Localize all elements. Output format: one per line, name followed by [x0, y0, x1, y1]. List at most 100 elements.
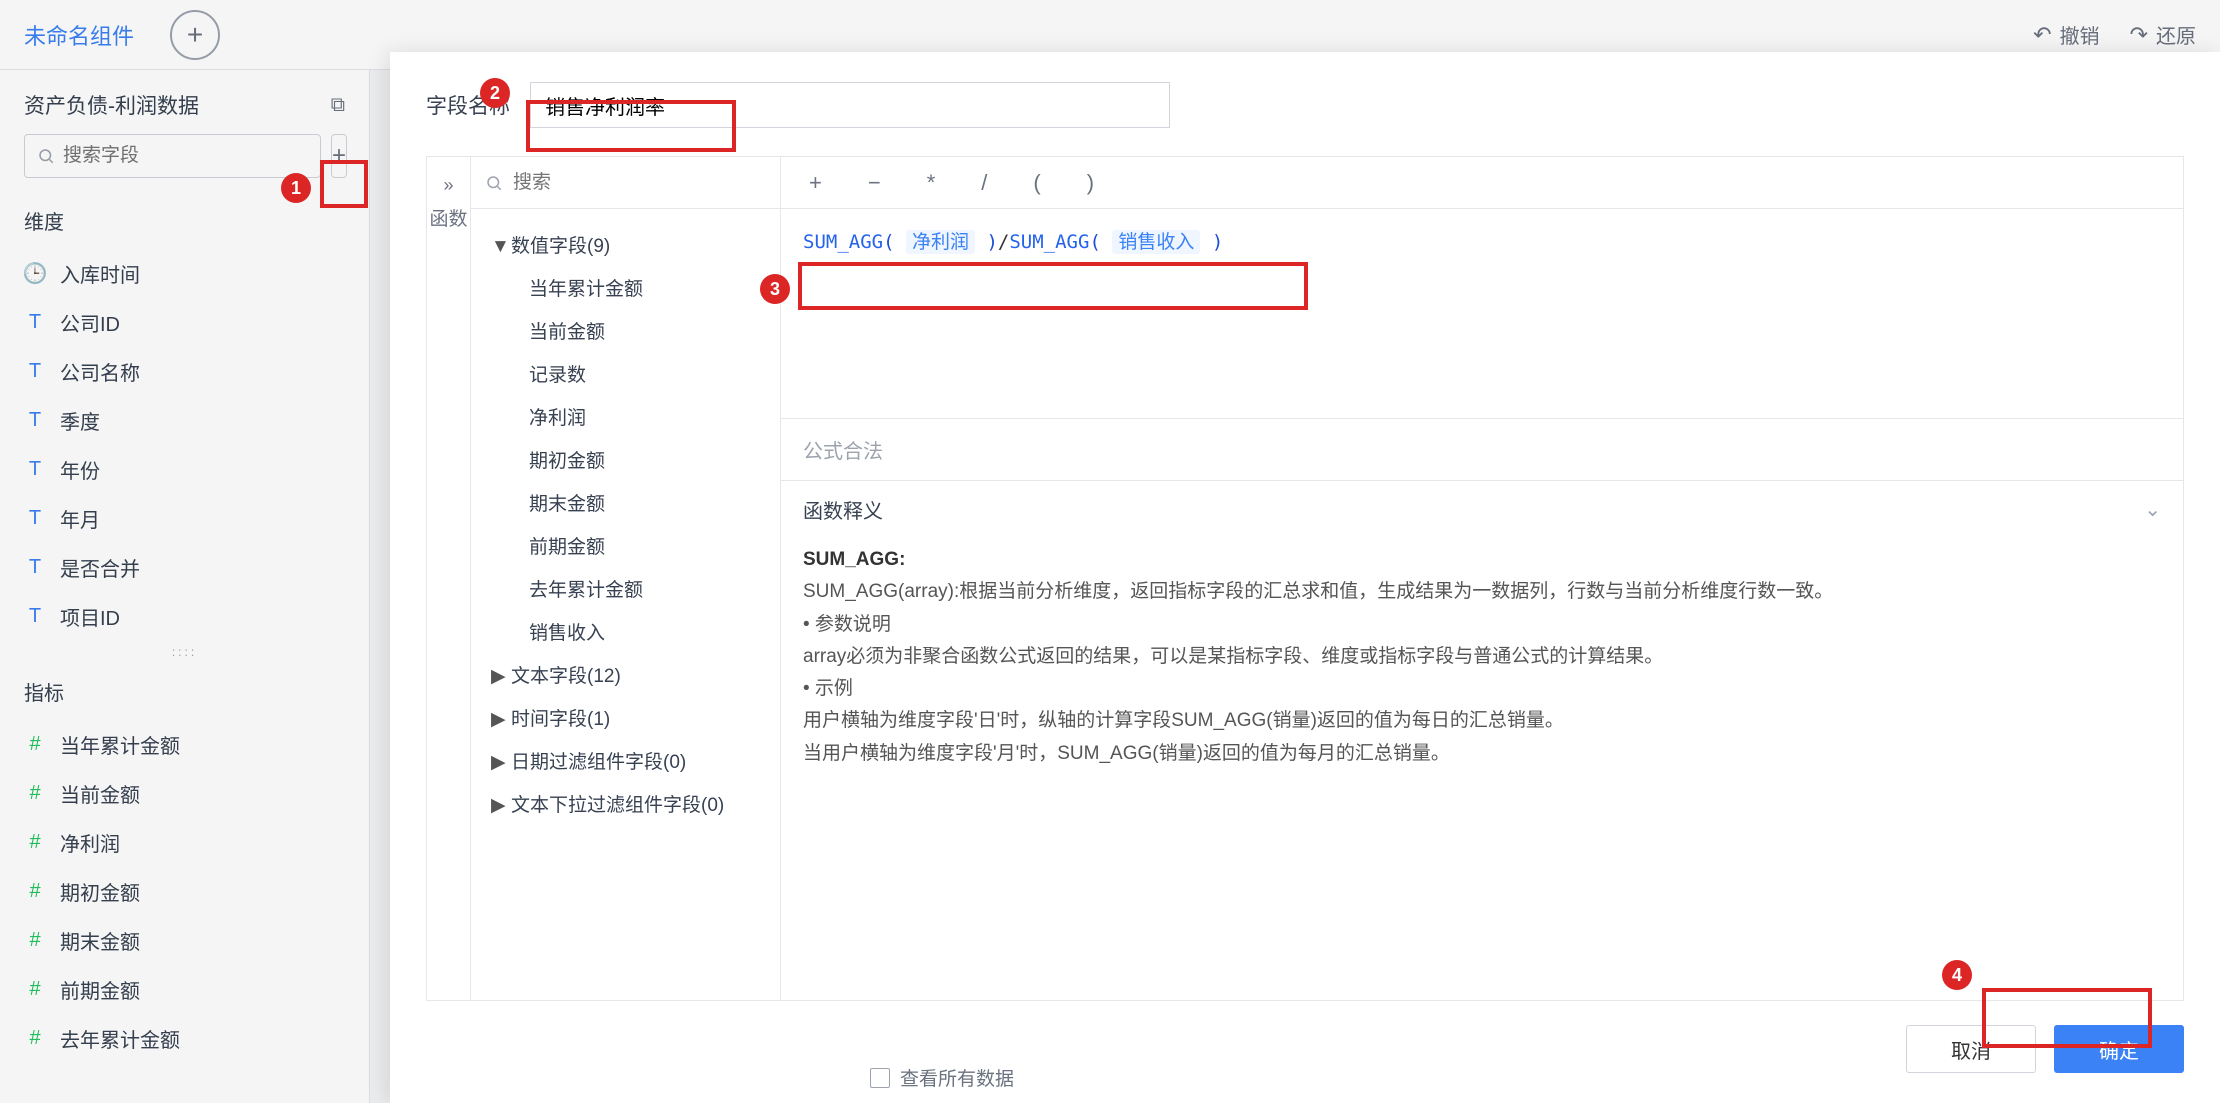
number-icon: # [24, 929, 46, 952]
dim-item[interactable]: T年月 [0, 494, 369, 543]
undo-label: 撤销 [2060, 20, 2100, 49]
annotation-2: 2 [480, 78, 510, 108]
dimensions-header: 维度 [0, 192, 369, 249]
field-name-input[interactable] [530, 82, 1170, 128]
chevron-right-icon: ▶ [491, 751, 505, 774]
tree-leaf[interactable]: 记录数 [481, 352, 770, 395]
dim-item[interactable]: T公司名称 [0, 347, 369, 396]
number-icon: # [24, 733, 46, 756]
function-tab-label: 函数 [429, 208, 467, 233]
dim-item[interactable]: T项目ID [0, 592, 369, 641]
text-icon: T [24, 409, 46, 432]
search-icon [485, 174, 503, 192]
tree-group-datefilter[interactable]: ▶日期过滤组件字段(0) [481, 739, 770, 782]
op-plus[interactable]: + [809, 170, 822, 196]
tree-leaf[interactable]: 去年累计金额 [481, 567, 770, 610]
annotation-3: 3 [760, 274, 790, 304]
metric-item[interactable]: #当前金额 [0, 769, 369, 818]
sidebar: 资产负债-利润数据 ⧉ + 维度 🕒入库时间 T公司ID T公司名称 T季度 T… [0, 70, 370, 1103]
op-multiply[interactable]: * [927, 170, 936, 196]
op-minus[interactable]: − [868, 170, 881, 196]
number-icon: # [24, 1027, 46, 1050]
text-icon: T [24, 360, 46, 383]
chevron-down-icon: ⌄ [2144, 497, 2161, 522]
formula-panel: + − * / ( ) SUM_AGG( 净利润 )/SUM_AGG( 销售收入… [781, 157, 2183, 1000]
metric-item[interactable]: #期初金额 [0, 867, 369, 916]
search-icon [37, 147, 55, 165]
undo-icon: ↶ [2033, 22, 2051, 48]
op-paren-close[interactable]: ) [1087, 170, 1094, 196]
dim-item[interactable]: T年份 [0, 445, 369, 494]
tree-search[interactable] [471, 157, 780, 209]
redo-label: 还原 [2156, 20, 2196, 49]
number-icon: # [24, 978, 46, 1001]
annotation-4: 4 [1942, 960, 1972, 990]
text-icon: T [24, 507, 46, 530]
checkbox-icon [870, 1068, 890, 1088]
cancel-button[interactable]: 取消 [1906, 1025, 2036, 1073]
text-icon: T [24, 556, 46, 579]
metric-item[interactable]: #当年累计金额 [0, 720, 369, 769]
number-icon: # [24, 880, 46, 903]
tree-leaf[interactable]: 净利润 [481, 395, 770, 438]
number-icon: # [24, 831, 46, 854]
tree-leaf[interactable]: 当年累计金额 [481, 266, 770, 309]
tree-leaf[interactable]: 期初金额 [481, 438, 770, 481]
metric-item[interactable]: #期末金额 [0, 916, 369, 965]
chevron-right-icon: ▶ [491, 665, 505, 688]
clock-icon: 🕒 [24, 261, 46, 286]
tree-group-text[interactable]: ▶文本字段(12) [481, 653, 770, 696]
redo-icon: ↷ [2130, 22, 2148, 48]
chevron-down-icon: ▼ [491, 236, 505, 258]
tree-leaf[interactable]: 期末金额 [481, 481, 770, 524]
chevron-right-icon: ▶ [491, 794, 505, 817]
tree-group-time[interactable]: ▶时间字段(1) [481, 696, 770, 739]
view-all-data-checkbox[interactable]: 查看所有数据 [870, 1064, 1014, 1091]
tree-leaf[interactable]: 当前金额 [481, 309, 770, 352]
dim-item[interactable]: T季度 [0, 396, 369, 445]
component-title[interactable]: 未命名组件 [24, 19, 134, 51]
field-tree-panel: ▼数值字段(9) 当年累计金额 当前金额 记录数 净利润 期初金额 期末金额 前… [471, 157, 781, 1000]
undo-button[interactable]: ↶ 撤销 [2033, 20, 2099, 49]
annotation-1: 1 [281, 173, 311, 203]
calculated-field-modal: 字段名称 » 函数 ▼数值字段(9) 当年累计金额 当前金额 记录数 净利润 期… [390, 52, 2220, 1103]
function-definition-header[interactable]: 函数释义 ⌄ [781, 481, 2183, 538]
redo-button[interactable]: ↷ 还原 [2130, 20, 2196, 49]
tree-group-numeric[interactable]: ▼数值字段(9) [481, 223, 770, 266]
tree-group-textfilter[interactable]: ▶文本下拉过滤组件字段(0) [481, 782, 770, 825]
tree-leaf[interactable]: 销售收入 [481, 610, 770, 653]
dim-item[interactable]: T是否合并 [0, 543, 369, 592]
metrics-header: 指标 [0, 663, 369, 720]
dim-item[interactable]: 🕒入库时间 [0, 249, 369, 298]
metrics-list: #当年累计金额 #当前金额 #净利润 #期初金额 #期末金额 #前期金额 #去年… [0, 720, 369, 1063]
dimensions-list: 🕒入库时间 T公司ID T公司名称 T季度 T年份 T年月 T是否合并 T项目I… [0, 249, 369, 641]
add-component-button[interactable]: + [170, 10, 220, 60]
op-paren-open[interactable]: ( [1033, 170, 1040, 196]
formula-editor[interactable]: SUM_AGG( 净利润 )/SUM_AGG( 销售收入 ) [781, 209, 2183, 419]
add-field-button[interactable]: + [331, 134, 347, 178]
text-icon: T [24, 605, 46, 628]
tree-search-input[interactable] [513, 172, 766, 194]
function-tab[interactable]: » 函数 [427, 157, 471, 1000]
field-search[interactable] [24, 134, 321, 178]
metric-item[interactable]: #净利润 [0, 818, 369, 867]
field-tag[interactable]: 销售收入 [1112, 230, 1200, 254]
datasource-icon[interactable]: ⧉ [331, 94, 345, 117]
dim-item[interactable]: T公司ID [0, 298, 369, 347]
datasource-title[interactable]: 资产负债-利润数据 [24, 90, 331, 120]
op-divide[interactable]: / [981, 170, 987, 196]
drag-handle[interactable]: :::: [0, 641, 369, 663]
field-tag[interactable]: 净利润 [906, 230, 975, 254]
metric-item[interactable]: #前期金额 [0, 965, 369, 1014]
field-search-input[interactable] [63, 145, 308, 167]
operator-bar: + − * / ( ) [781, 157, 2183, 209]
tree-leaf[interactable]: 前期金额 [481, 524, 770, 567]
ok-button[interactable]: 确定 [2054, 1025, 2184, 1073]
metric-item[interactable]: #去年累计金额 [0, 1014, 369, 1063]
function-definition-body: SUM_AGG: SUM_AGG(array):根据当前分析维度，返回指标字段的… [781, 538, 2183, 790]
text-icon: T [24, 458, 46, 481]
chevron-right-icon: » [443, 175, 453, 196]
text-icon: T [24, 311, 46, 334]
formula-validity: 公式合法 [781, 419, 2183, 481]
number-icon: # [24, 782, 46, 805]
